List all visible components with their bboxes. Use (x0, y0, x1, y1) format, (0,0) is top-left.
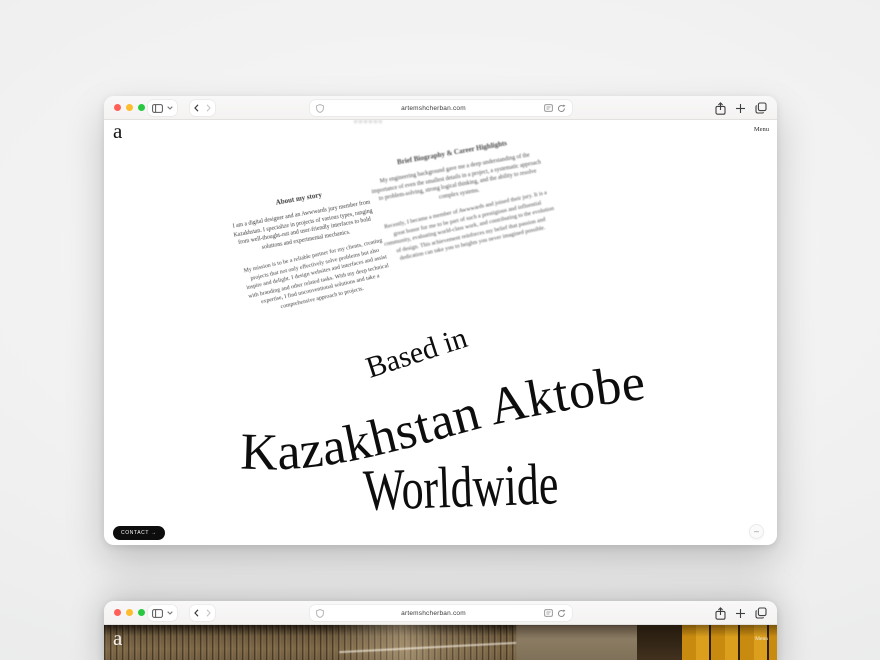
orange-tile-wall (682, 625, 777, 660)
tab-overview-icon[interactable] (755, 607, 767, 619)
address-bar[interactable]: artemshcherban.com (310, 605, 572, 621)
zoom-window-button[interactable] (138, 104, 145, 111)
portfolio-hero-page: a Menu (104, 625, 777, 660)
close-window-button[interactable] (114, 609, 121, 616)
site-logo[interactable]: a (113, 626, 122, 651)
headline-based-in: Based in (362, 321, 471, 385)
reload-icon[interactable] (557, 609, 566, 618)
share-icon[interactable] (715, 102, 726, 115)
browser-toolbar: artemshcherban.com (104, 601, 777, 625)
share-icon[interactable] (715, 607, 726, 620)
biography-block: Brief Biography & Career Highlights My e… (366, 134, 557, 274)
traffic-lights (114, 609, 145, 616)
forward-button[interactable] (206, 609, 211, 617)
sidebar-icon[interactable] (152, 104, 163, 113)
zoom-window-button[interactable] (138, 609, 145, 616)
headline-worldwide: Worldwide (362, 452, 559, 523)
about-story-block: About my story I am a digital designer a… (226, 182, 392, 325)
url-text[interactable]: artemshcherban.com (324, 105, 544, 112)
chevron-down-icon[interactable] (167, 611, 173, 615)
nav-buttons (190, 605, 215, 621)
menu-link[interactable]: Menu (754, 126, 769, 133)
address-bar[interactable]: artemshcherban.com (310, 100, 572, 116)
close-window-button[interactable] (114, 104, 121, 111)
new-tab-icon[interactable] (735, 103, 746, 114)
secondary-browser-window: artemshcherban.com (104, 601, 777, 660)
menu-link[interactable]: Menu (755, 636, 768, 642)
sidebar-toggle-group[interactable] (148, 100, 177, 116)
url-text[interactable]: artemshcherban.com (324, 610, 544, 617)
browser-toolbar: artemshcherban.com (104, 96, 777, 120)
portfolio-about-page: a Menu About my story I am a digital des… (104, 120, 777, 544)
reload-icon[interactable] (557, 104, 566, 113)
translate-icon[interactable] (544, 609, 553, 617)
nav-buttons (190, 100, 215, 116)
warped-headline: Based in Kazakhstan Aktobe Worldwide (104, 318, 777, 544)
concrete-column (516, 625, 638, 660)
chevron-down-icon[interactable] (167, 106, 173, 110)
toolbar-right-buttons (715, 100, 767, 116)
privacy-shield-icon[interactable] (316, 104, 324, 113)
back-button[interactable] (194, 609, 199, 617)
faint-scroll-text (354, 120, 382, 123)
back-button[interactable] (194, 104, 199, 112)
toolbar-right-buttons (715, 605, 767, 621)
tab-overview-icon[interactable] (755, 102, 767, 114)
new-tab-icon[interactable] (735, 608, 746, 619)
minimize-window-button[interactable] (126, 609, 133, 616)
translate-icon[interactable] (544, 104, 553, 112)
main-browser-window: artemshcherban.com a Menu (104, 96, 777, 545)
dark-gap (637, 625, 682, 660)
sidebar-toggle-group[interactable] (148, 605, 177, 621)
contact-button[interactable]: CONTACT → (113, 526, 165, 540)
traffic-lights (114, 104, 145, 111)
minimize-window-button[interactable] (126, 104, 133, 111)
forward-button[interactable] (206, 104, 211, 112)
sidebar-icon[interactable] (152, 609, 163, 618)
privacy-shield-icon[interactable] (316, 609, 324, 618)
scroll-toggle-button[interactable]: – (749, 524, 764, 539)
site-logo[interactable]: a (113, 120, 122, 144)
